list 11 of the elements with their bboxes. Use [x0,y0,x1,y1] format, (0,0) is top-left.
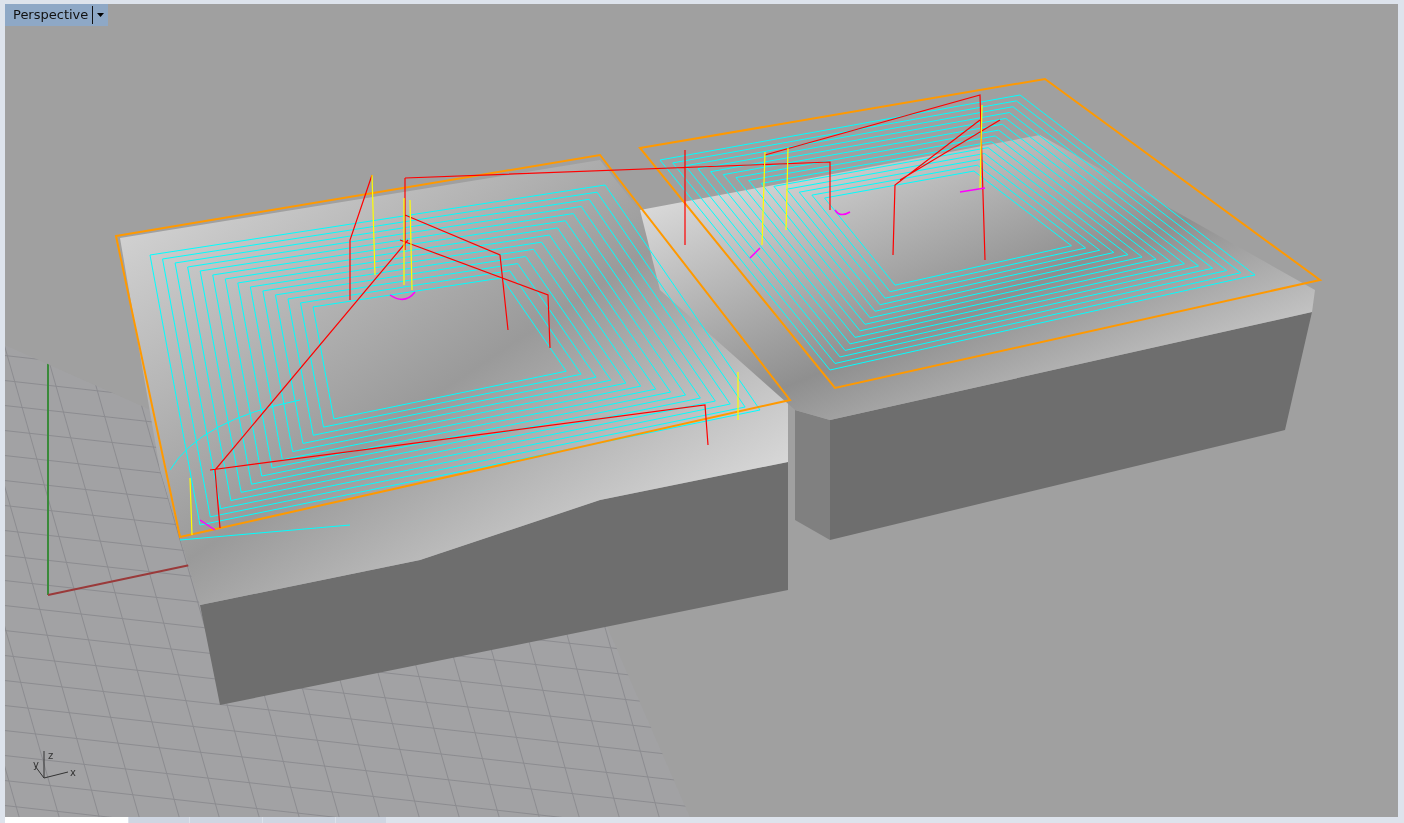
axis-widget-drawing [34,750,69,779]
tab-strip-tab[interactable] [336,817,386,823]
tab-strip-tab[interactable] [129,817,189,823]
axis-label: z [48,750,54,761]
axis-label: x [70,767,76,778]
axis-label: y [33,759,39,770]
viewport-title-tab[interactable]: Perspective [5,4,109,26]
caret-icon[interactable] [97,13,105,17]
tab-strip-tab[interactable] [5,817,128,823]
tab-strip-tab[interactable] [263,817,335,823]
tab-strip-tab[interactable] [190,817,262,823]
